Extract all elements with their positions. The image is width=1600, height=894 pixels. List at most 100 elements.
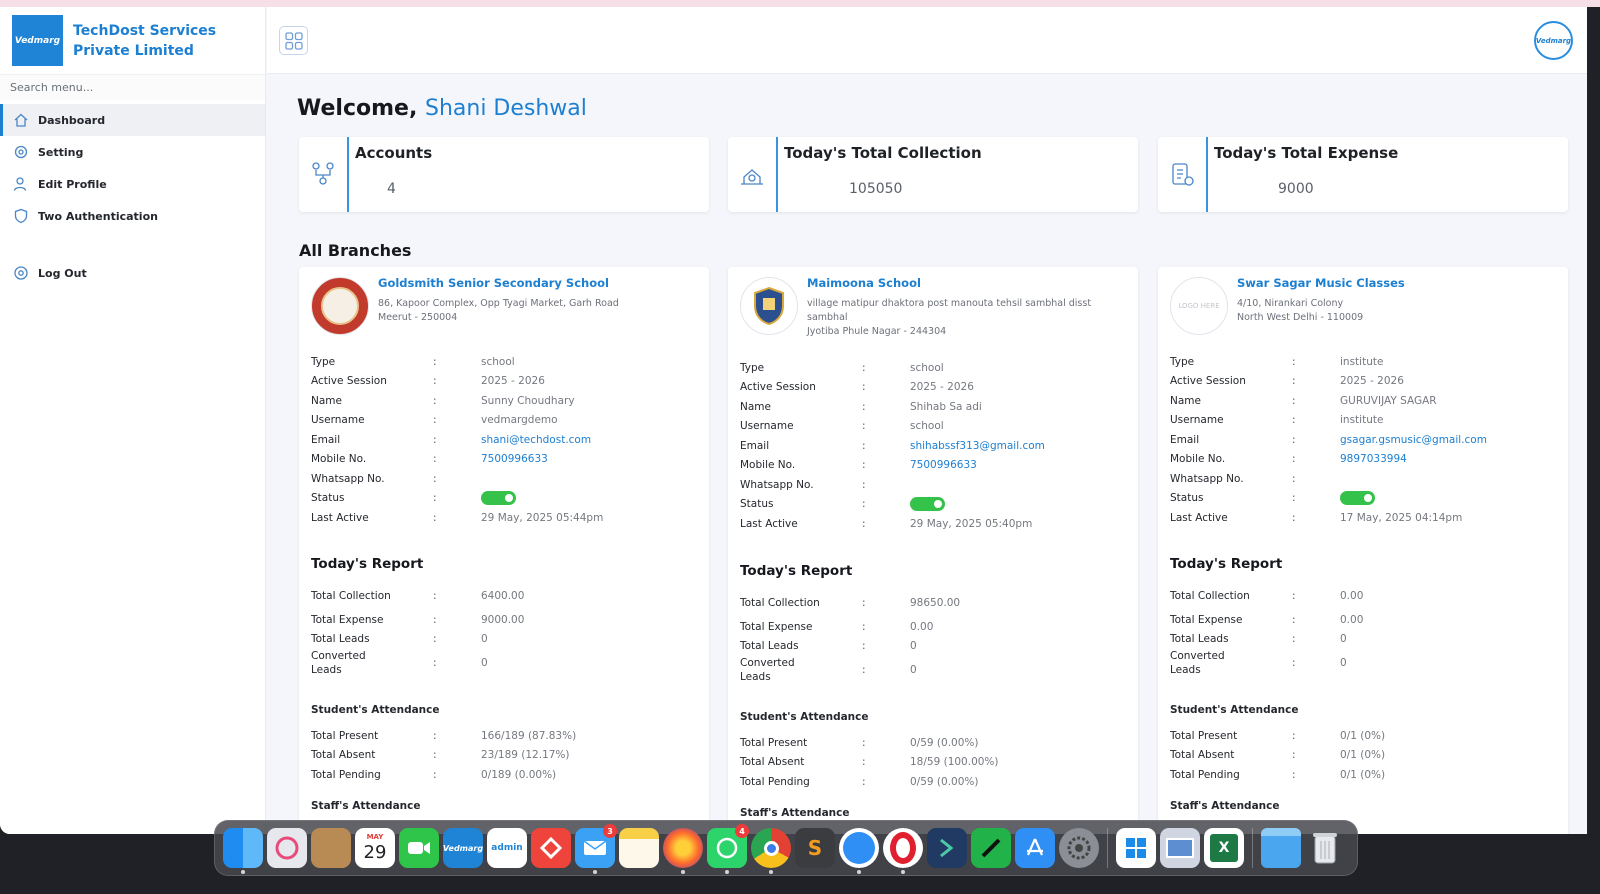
chrome-icon[interactable] xyxy=(751,828,791,874)
info-label: Status xyxy=(311,492,345,505)
report-colon: : xyxy=(862,664,866,676)
whatsapp-icon[interactable]: 4 xyxy=(707,824,749,874)
launchpad-icon[interactable] xyxy=(267,828,307,868)
address-line: North West Delhi - 110009 xyxy=(1237,312,1364,323)
user-avatar[interactable]: Vedmarg xyxy=(1534,21,1573,60)
sublime-icon[interactable]: S xyxy=(795,828,835,868)
sidebar-item-dashboard[interactable]: Dashboard xyxy=(0,104,265,136)
attendance-value: 0/59 (0.00%) xyxy=(910,736,979,749)
vedmarg-app-icon[interactable]: Vedmarg xyxy=(443,828,483,868)
report-value: 0 xyxy=(1340,657,1347,669)
downloads-folder-icon[interactable] xyxy=(1261,828,1301,868)
report-value: 9000.00 xyxy=(481,613,525,626)
windows-app-icon[interactable] xyxy=(1116,828,1156,868)
info-label: Whatsapp No. xyxy=(1170,472,1244,485)
appstore-icon[interactable] xyxy=(1015,828,1055,868)
todays-report-title: Today's Report xyxy=(740,563,853,579)
facetime-icon[interactable] xyxy=(399,828,439,868)
preview-icon[interactable] xyxy=(1160,828,1200,868)
attendance-colon: : xyxy=(862,775,866,788)
attendance-row-pending: Total Pending: 0/1 (0%) xyxy=(1170,765,1560,785)
branch-name-link[interactable]: Maimoona School xyxy=(807,276,921,290)
branch-name-link[interactable]: Goldsmith Senior Secondary School xyxy=(378,276,609,290)
attendance-row-present: Total Present: 0/1 (0%) xyxy=(1170,726,1560,746)
attendance-value: 0/1 (0%) xyxy=(1340,749,1386,762)
report-rows: Total Collection: 6400.00 Total Expense: 9… xyxy=(311,582,701,677)
address-line: 4/10, Nirankari Colony xyxy=(1237,298,1344,309)
report-colon: : xyxy=(1292,590,1296,602)
notes-icon[interactable] xyxy=(619,828,659,868)
branch-logo[interactable] xyxy=(311,277,369,335)
report-label: Total Leads xyxy=(1170,633,1229,646)
address-line: 86, Kapoor Complex, Opp Tyagi Market, Ga… xyxy=(378,298,619,309)
apps-grid-button[interactable] xyxy=(279,26,308,55)
info-colon: : xyxy=(1292,453,1296,466)
sidebar-item-setting[interactable]: Setting xyxy=(0,136,265,168)
report-colon: : xyxy=(433,590,437,602)
info-row-email: Email: shani@techdost.com xyxy=(311,430,701,450)
contacts-icon[interactable] xyxy=(311,828,351,868)
info-label: Whatsapp No. xyxy=(311,472,385,485)
numbers-icon[interactable] xyxy=(971,828,1011,868)
trash-icon[interactable] xyxy=(1305,828,1345,868)
info-colon: : xyxy=(433,375,437,388)
email-link[interactable]: shihabssf313@gmail.com xyxy=(910,440,1045,452)
finder-icon[interactable] xyxy=(223,828,263,874)
attendance-label: Total Pending xyxy=(740,775,810,788)
attendance-label: Total Absent xyxy=(740,756,805,769)
student-attendance-title: Student's Attendance xyxy=(1170,704,1299,716)
email-link[interactable]: shani@techdost.com xyxy=(481,434,591,446)
calendar-day: 29 xyxy=(363,841,387,863)
report-value: 6400.00 xyxy=(481,590,525,602)
search-menu-input[interactable]: Search menu... xyxy=(0,74,265,100)
calendar-icon[interactable]: MAY 29 xyxy=(355,828,395,868)
info-colon: : xyxy=(433,492,437,505)
info-row-session: Active Session: 2025 - 2026 xyxy=(740,378,1130,398)
info-value: 29 May, 2025 05:44pm xyxy=(481,511,604,524)
sidebar-item-logout[interactable]: Log Out xyxy=(0,257,265,289)
phone-link[interactable]: 7500996633 xyxy=(910,459,977,471)
company-logo[interactable]: Vedmarg xyxy=(12,15,63,66)
stat-title: Today's Total Expense xyxy=(1214,144,1399,162)
info-label: Mobile No. xyxy=(1170,453,1226,466)
phone-link[interactable]: 7500996633 xyxy=(481,453,548,465)
report-row-converted: Converted Leads: 0 xyxy=(311,649,701,677)
attendance-value: 18/59 (100.00%) xyxy=(910,756,999,769)
status-toggle[interactable] xyxy=(910,497,945,512)
anydesk-icon[interactable] xyxy=(531,828,571,868)
email-link[interactable]: gsagar.gsmusic@gmail.com xyxy=(1340,434,1487,446)
branch-logo[interactable] xyxy=(740,277,798,335)
sidebar-item-label: Edit Profile xyxy=(38,177,107,191)
sidebar-item-edit-profile[interactable]: Edit Profile xyxy=(0,168,265,200)
info-value: Sunny Choudhary xyxy=(481,394,575,407)
report-row-converted: Converted Leads: 0 xyxy=(1170,649,1560,677)
mail-icon[interactable]: 3 xyxy=(575,824,617,874)
sourcetree-icon[interactable] xyxy=(927,828,967,868)
info-row-status: Status: xyxy=(1170,489,1560,509)
safari-icon[interactable] xyxy=(839,828,879,874)
calendar-month: MAY xyxy=(366,832,384,841)
macos-dock: MAY 29 Vedmarg admin 3 4 S X xyxy=(214,820,1358,876)
status-toggle[interactable] xyxy=(481,491,516,506)
branch-logo-placeholder[interactable]: LOGO HERE xyxy=(1170,277,1228,335)
excel-icon[interactable]: X xyxy=(1204,828,1244,868)
sidebar-item-label: Two Authentication xyxy=(38,209,158,223)
report-value: 0 xyxy=(481,657,488,669)
phone-link[interactable]: 9897033994 xyxy=(1340,453,1407,465)
info-row-username: Username: school xyxy=(740,417,1130,437)
info-colon: : xyxy=(862,517,866,530)
report-rows: Total Collection: 98650.00 Total Expense:… xyxy=(740,589,1130,684)
info-label: Whatsapp No. xyxy=(740,478,814,491)
system-settings-icon[interactable] xyxy=(1059,828,1099,868)
branch-name-link[interactable]: Swar Sagar Music Classes xyxy=(1237,276,1405,290)
opera-icon[interactable] xyxy=(883,828,923,874)
info-colon: : xyxy=(1292,414,1296,427)
status-toggle[interactable] xyxy=(1340,491,1375,506)
sidebar-item-two-authentication[interactable]: Two Authentication xyxy=(0,200,265,232)
top-header: Vedmarg xyxy=(267,7,1587,74)
vedmarg-admin-icon[interactable]: admin xyxy=(487,828,527,868)
report-row-expense: Total Expense: 9000.00 xyxy=(311,610,701,630)
firefox-icon[interactable] xyxy=(663,828,703,874)
branches-title: All Branches xyxy=(299,241,412,260)
info-label: Active Session xyxy=(311,375,387,388)
